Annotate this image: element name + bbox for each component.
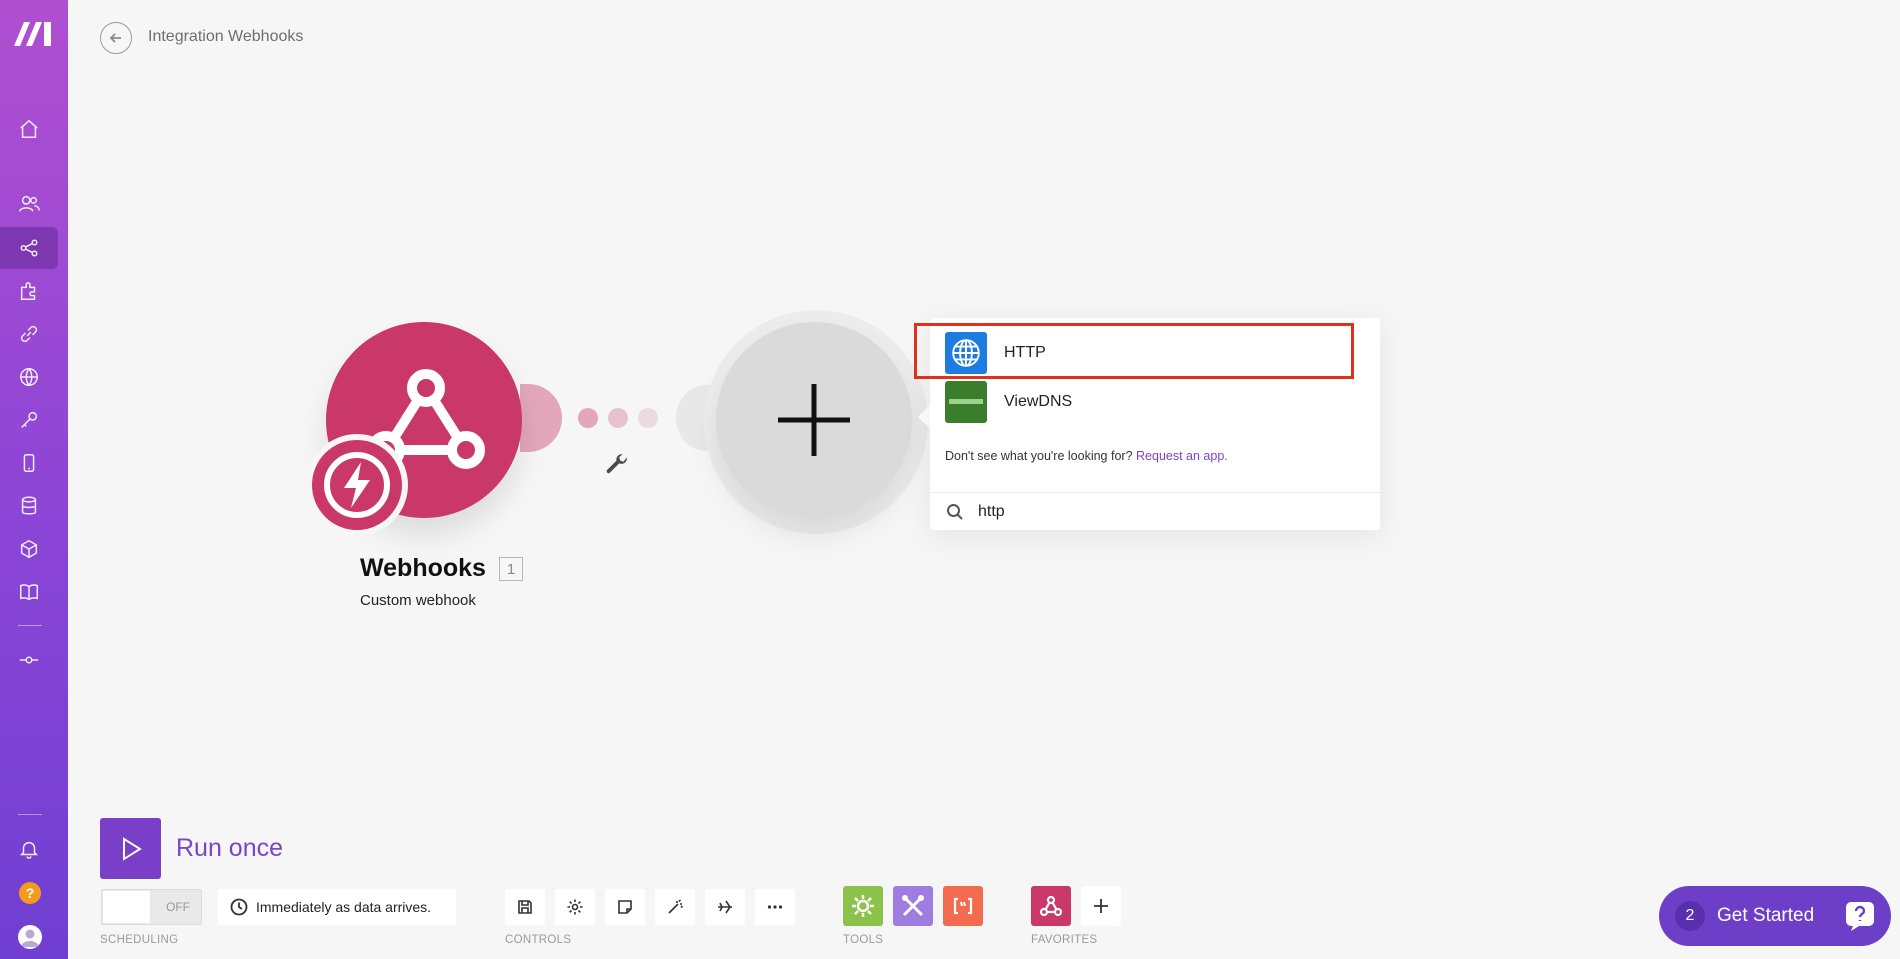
home-icon bbox=[20, 119, 38, 138]
section-label-tools: TOOLS bbox=[843, 934, 884, 946]
sidebar-item-home[interactable] bbox=[0, 108, 58, 150]
clock-icon bbox=[230, 898, 248, 916]
sidebar-divider-bottom bbox=[18, 814, 42, 815]
section-label-favorites: FAVORITES bbox=[1031, 934, 1098, 946]
scenarios-icon bbox=[20, 239, 38, 257]
sidebar-item-devices[interactable] bbox=[0, 442, 58, 484]
panel-pointer bbox=[918, 405, 930, 429]
play-icon bbox=[122, 836, 142, 861]
module-connector[interactable] bbox=[520, 384, 562, 452]
data-structures-icon bbox=[20, 539, 38, 559]
lightning-icon bbox=[324, 452, 390, 518]
viewdns-icon bbox=[945, 381, 987, 423]
search-icon bbox=[947, 504, 963, 520]
get-started-button[interactable]: 2 Get Started bbox=[1659, 886, 1891, 946]
text-parser-icon bbox=[953, 897, 973, 915]
highlight-box bbox=[914, 323, 1354, 379]
flow-icon bbox=[19, 656, 39, 664]
request-app-hint: Don't see what you're looking for? Reque… bbox=[945, 449, 1228, 463]
search-bar bbox=[930, 492, 1380, 531]
connector-dot bbox=[638, 408, 658, 428]
sidebar-item-webhooks[interactable] bbox=[0, 356, 58, 398]
module-name[interactable]: Webhooks bbox=[360, 554, 486, 583]
result-label: ViewDNS bbox=[1004, 393, 1073, 410]
apps-icon bbox=[20, 282, 36, 300]
schedule-text: Immediately as data arrives. bbox=[256, 899, 432, 915]
module-subtitle: Custom webhook bbox=[360, 592, 476, 609]
section-label-scheduling: SCHEDULING bbox=[100, 934, 179, 946]
ellipsis-icon bbox=[767, 905, 783, 909]
sidebar-item-flow[interactable] bbox=[0, 639, 58, 681]
toggle-label: OFF bbox=[166, 900, 190, 914]
avatar[interactable] bbox=[18, 925, 42, 949]
save-button[interactable] bbox=[505, 889, 545, 925]
make-logo[interactable] bbox=[12, 18, 56, 48]
module-count-badge: 1 bbox=[499, 557, 523, 581]
sidebar-item-team[interactable] bbox=[0, 183, 58, 225]
connector-dot bbox=[578, 408, 598, 428]
run-once-label[interactable]: Run once bbox=[176, 834, 283, 863]
sidebar-item-docs[interactable] bbox=[0, 571, 58, 613]
auto-align-button[interactable] bbox=[655, 889, 695, 925]
sidebar-item-apps[interactable] bbox=[0, 270, 58, 312]
settings-button[interactable] bbox=[555, 889, 595, 925]
sidebar-item-notifications[interactable] bbox=[0, 828, 58, 870]
scheduling-toggle[interactable]: OFF bbox=[101, 889, 202, 925]
more-options-button[interactable] bbox=[755, 889, 795, 925]
sidebar-item-keys[interactable] bbox=[0, 399, 58, 441]
get-started-count: 2 bbox=[1675, 901, 1705, 931]
sidebar-item-scenarios[interactable] bbox=[0, 227, 58, 269]
flow-control-icon bbox=[852, 895, 874, 917]
keys-icon bbox=[21, 411, 38, 428]
wrench-icon[interactable] bbox=[604, 452, 630, 478]
gear-icon bbox=[567, 899, 583, 915]
run-once-button[interactable] bbox=[100, 818, 161, 879]
datastores-icon bbox=[21, 496, 37, 515]
get-started-label: Get Started bbox=[1717, 905, 1815, 926]
note-icon bbox=[618, 900, 632, 914]
connector-dot bbox=[608, 408, 628, 428]
plus-icon bbox=[778, 384, 850, 456]
schedule-setting[interactable]: Immediately as data arrives. bbox=[218, 889, 456, 925]
toggle-knob bbox=[103, 891, 150, 923]
back-button[interactable] bbox=[100, 22, 132, 54]
tool-flow-control[interactable] bbox=[843, 886, 883, 926]
hint-text: Don't see what you're looking for? bbox=[945, 449, 1133, 463]
favorite-webhooks[interactable] bbox=[1031, 886, 1071, 926]
bell-icon bbox=[19, 841, 39, 859]
team-icon bbox=[19, 195, 40, 212]
devices-icon bbox=[23, 454, 35, 472]
chat-help-icon bbox=[1846, 902, 1874, 931]
notes-button[interactable] bbox=[605, 889, 645, 925]
page-title: Integration Webhooks bbox=[148, 28, 304, 45]
tools-icon bbox=[902, 895, 924, 917]
add-module-button[interactable] bbox=[716, 322, 912, 518]
help-icon[interactable]: ? bbox=[19, 882, 41, 904]
webhooks-favorite-icon bbox=[1039, 895, 1063, 917]
request-app-link[interactable]: Request an app. bbox=[1136, 449, 1228, 463]
arrow-left-icon bbox=[109, 33, 121, 43]
sidebar-item-connections[interactable] bbox=[0, 313, 58, 355]
magic-wand-icon bbox=[668, 899, 684, 914]
save-icon bbox=[518, 900, 532, 914]
airplane-icon bbox=[718, 900, 732, 914]
sidebar: ? bbox=[0, 0, 68, 959]
docs-icon bbox=[20, 584, 38, 601]
connections-icon bbox=[20, 325, 38, 343]
section-label-controls: CONTROLS bbox=[505, 934, 572, 946]
explain-flow-button[interactable] bbox=[705, 889, 745, 925]
webhooks-icon bbox=[20, 368, 38, 386]
app-search-input[interactable] bbox=[976, 502, 1360, 522]
add-favorite-button[interactable] bbox=[1081, 886, 1121, 926]
tool-text-parser[interactable] bbox=[943, 886, 983, 926]
tool-tools[interactable] bbox=[893, 886, 933, 926]
sidebar-divider bbox=[18, 625, 42, 626]
sidebar-item-data-structures[interactable] bbox=[0, 528, 58, 570]
plus-icon bbox=[1094, 899, 1108, 913]
sidebar-item-datastores[interactable] bbox=[0, 485, 58, 527]
trigger-badge bbox=[306, 434, 408, 536]
search-result-viewdns[interactable]: ViewDNS bbox=[945, 380, 1365, 424]
